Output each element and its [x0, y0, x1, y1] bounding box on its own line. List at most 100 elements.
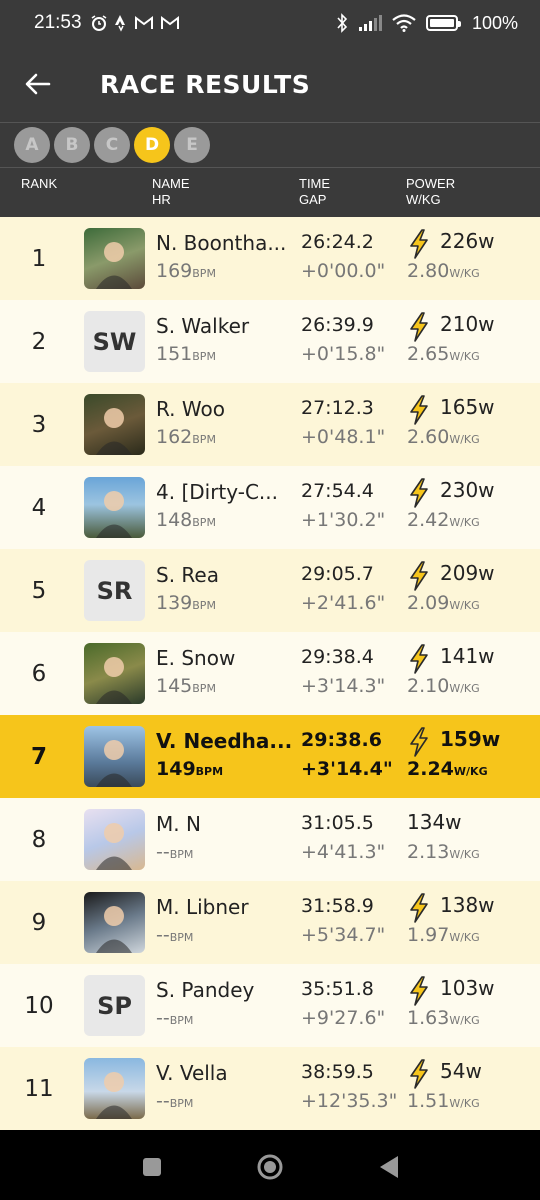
rider-name: S. Pandey [156, 978, 255, 1002]
heart-rate: 145BPM [156, 675, 216, 697]
rider-avatar-initials: SR [84, 560, 145, 621]
wkg-value: 2.42 [407, 509, 450, 531]
power-watts: 165w [440, 395, 495, 419]
rider-avatar-initials: SW [84, 311, 145, 372]
rank-number: 10 [24, 992, 54, 1019]
recents-button[interactable] [137, 1152, 167, 1182]
wkg-value: 2.24 [407, 758, 454, 780]
status-bar: 21:53 100% [0, 0, 540, 46]
result-row[interactable]: 8 M. N --BPM 31:05.5 +4'41.3" 134w 2.13W… [0, 798, 540, 881]
watts-per-kg: 2.80W/KG [407, 260, 480, 282]
hr-unit: BPM [192, 267, 216, 280]
wkg-unit: W/KG [449, 599, 480, 612]
wifi-icon [392, 14, 416, 32]
heart-rate: 169BPM [156, 260, 216, 282]
hr-value: 148 [156, 509, 193, 531]
power-watts: 226w [440, 229, 495, 253]
rider-name: V. Vella [156, 1061, 228, 1085]
rank-number: 1 [31, 245, 47, 272]
hr-unit: BPM [169, 1014, 194, 1027]
result-row[interactable]: 10 SP S. Pandey --BPM 35:51.8 +9'27.6" 1… [0, 964, 540, 1047]
power-meter-icon [407, 644, 431, 674]
rider-name: 4. [Dirty-C... [156, 480, 279, 504]
header-time: TIME [299, 176, 331, 191]
page-title: RACE RESULTS [100, 69, 311, 99]
header-wkg: W/KG [406, 192, 441, 207]
result-row[interactable]: 7 V. Needha... 149BPM 29:38.6 +3'14.4" 1… [0, 715, 540, 798]
tab-category-a[interactable]: A [14, 127, 50, 163]
result-row[interactable]: 3 R. Woo 162BPM 27:12.3 +0'48.1" 165w 2.… [0, 383, 540, 466]
rank-number: 2 [31, 328, 47, 355]
time-gap: +3'14.4" [301, 758, 393, 780]
strava-icon [114, 15, 125, 32]
rank-number: 6 [31, 660, 47, 687]
header-power-wkg: POWER W/KG [406, 176, 455, 208]
power-watts: 210w [440, 312, 495, 336]
rider-avatar [84, 809, 145, 870]
time-gap: +12'35.3" [301, 1090, 398, 1112]
result-row[interactable]: 5 SR S. Rea 139BPM 29:05.7 +2'41.6" 209w… [0, 549, 540, 632]
power-meter-icon [407, 1059, 431, 1089]
result-row[interactable]: 9 M. Libner --BPM 31:58.9 +5'34.7" 138w … [0, 881, 540, 964]
power-meter-icon [407, 976, 431, 1006]
rank-number: 9 [31, 909, 47, 936]
status-time: 21:53 [34, 12, 82, 33]
home-button[interactable] [255, 1152, 285, 1182]
hr-unit: BPM [192, 516, 216, 529]
hr-value: 151 [156, 343, 193, 365]
rider-avatar [84, 477, 145, 538]
tab-category-c[interactable]: C [94, 127, 130, 163]
power-watts: 134w [407, 810, 462, 834]
result-row[interactable]: 2 SW S. Walker 151BPM 26:39.9 +0'15.8" 2… [0, 300, 540, 383]
heart-rate: 149BPM [156, 758, 223, 780]
power-watts: 141w [440, 644, 495, 668]
tab-category-d[interactable]: D [134, 127, 170, 163]
power-meter-icon [407, 229, 431, 259]
header-name-hr: NAME HR [152, 176, 190, 208]
watts-per-kg: 2.13W/KG [407, 841, 480, 863]
hr-unit: BPM [195, 765, 224, 778]
system-back-button[interactable] [374, 1152, 404, 1182]
result-row[interactable]: 1 N. Boontha... 169BPM 26:24.2 +0'00.0" … [0, 217, 540, 300]
result-row[interactable]: 4 4. [Dirty-C... 148BPM 27:54.4 +1'30.2"… [0, 466, 540, 549]
time-gap: +4'41.3" [301, 841, 386, 863]
rank-number: 11 [24, 1075, 54, 1102]
rank-number: 5 [31, 577, 47, 604]
finish-time: 26:39.9 [301, 314, 374, 336]
hr-unit: BPM [192, 682, 216, 695]
battery-icon [425, 15, 461, 31]
rider-name: M. N [156, 812, 201, 836]
hr-value: 139 [156, 592, 193, 614]
wkg-unit: W/KG [449, 350, 480, 363]
result-row[interactable]: 11 V. Vella --BPM 38:59.5 +12'35.3" 54w … [0, 1047, 540, 1130]
alarm-icon [91, 15, 106, 31]
tab-category-e[interactable]: E [174, 127, 210, 163]
header-time-gap: TIME GAP [299, 176, 330, 208]
watts-per-kg: 1.51W/KG [407, 1090, 480, 1112]
back-arrow-icon[interactable] [18, 64, 58, 104]
tab-category-b[interactable]: B [54, 127, 90, 163]
watts-per-kg: 1.97W/KG [407, 924, 480, 946]
system-nav-bar [0, 1134, 540, 1200]
finish-time: 26:24.2 [301, 231, 374, 253]
hr-unit: BPM [169, 848, 194, 861]
header-gap: GAP [299, 192, 327, 207]
wkg-unit: W/KG [449, 848, 480, 861]
rider-avatar [84, 1058, 145, 1119]
watts-per-kg: 2.10W/KG [407, 675, 480, 697]
wkg-unit: W/KG [449, 516, 480, 529]
hr-unit: BPM [192, 433, 216, 446]
time-gap: +0'00.0" [301, 260, 386, 282]
hr-unit: BPM [192, 599, 216, 612]
wkg-value: 2.80 [407, 260, 450, 282]
power-watts: 159w [440, 727, 501, 751]
result-row[interactable]: 6 E. Snow 145BPM 29:38.4 +3'14.3" 141w 2… [0, 632, 540, 715]
hr-value: -- [156, 1090, 170, 1112]
category-tabs: A B C D E [0, 123, 540, 168]
finish-time: 29:38.4 [301, 646, 374, 668]
wkg-value: 2.13 [407, 841, 450, 863]
rank-number: 3 [31, 411, 47, 438]
hr-value: 169 [156, 260, 193, 282]
wkg-value: 1.63 [407, 1007, 450, 1029]
wkg-value: 2.65 [407, 343, 450, 365]
